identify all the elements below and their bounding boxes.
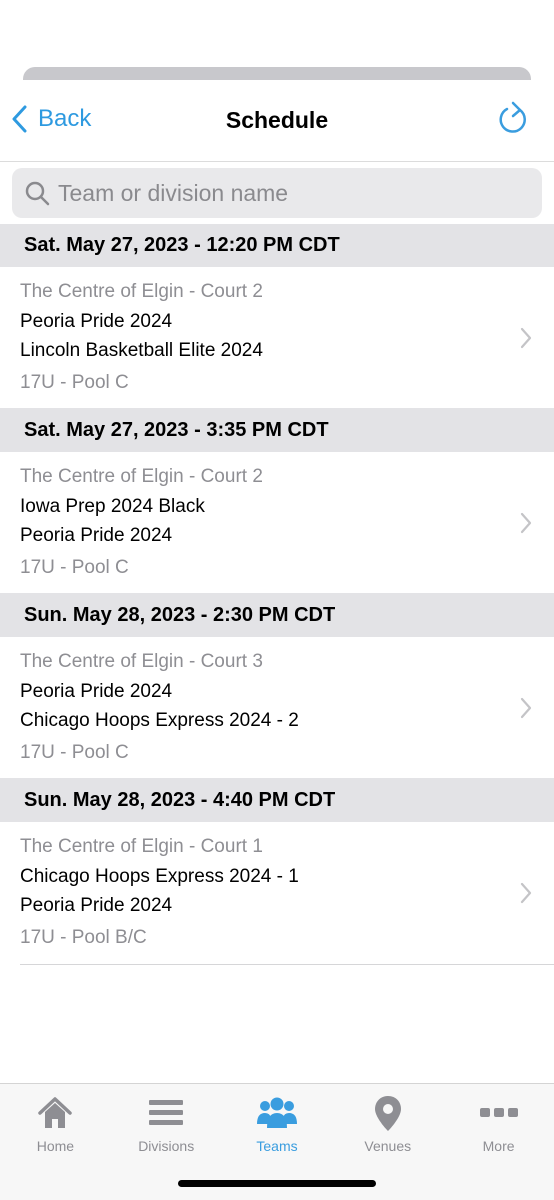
game-team-away: Lincoln Basketball Elite 2024 [20,340,263,361]
search-input[interactable] [58,173,542,213]
section-header-date: Sun. May 28, 2023 - 4:40 PM CDT [0,779,554,822]
game-row[interactable]: The Centre of Elgin - Court 2 Iowa Prep … [0,452,554,594]
tab-label: Home [36,1138,75,1154]
home-indicator[interactable] [178,1180,376,1187]
chevron-right-icon [520,327,532,349]
game-division: 17U - Pool B/C [20,927,147,948]
more-icon [479,1108,518,1117]
game-team-home: Iowa Prep 2024 Black [20,496,205,517]
chevron-right-icon [520,512,532,534]
section-header-date: Sat. May 27, 2023 - 12:20 PM CDT [0,224,554,267]
tab-more[interactable]: More [443,1084,554,1200]
schedule-sheet: Back Schedule Sat. May 27, 2023 - 12:20 … [0,80,554,1083]
search-icon [25,181,50,206]
game-team-home: Peoria Pride 2024 [20,681,173,702]
tab-label: More [482,1138,515,1154]
home-icon [38,1097,73,1128]
map-pin-icon [374,1096,401,1131]
section-header-date: Sun. May 28, 2023 - 2:30 PM CDT [0,594,554,637]
game-team-away: Peoria Pride 2024 [20,525,173,546]
game-team-away: Chicago Hoops Express 2024 - 2 [20,710,299,731]
navigation-bar: Back Schedule [0,80,554,162]
game-division: 17U - Pool C [20,742,129,763]
chevron-right-icon [520,882,532,904]
status-area [0,0,554,68]
list-icon [149,1100,184,1125]
tab-home[interactable]: Home [0,1084,111,1200]
game-team-home: Peoria Pride 2024 [20,311,173,332]
game-venue: The Centre of Elgin - Court 3 [20,651,263,672]
tab-label: Venues [364,1138,412,1154]
game-venue: The Centre of Elgin - Court 1 [20,836,263,857]
game-team-home: Chicago Hoops Express 2024 - 1 [20,866,299,887]
chevron-right-icon [520,697,532,719]
list-separator [20,964,554,965]
game-venue: The Centre of Elgin - Court 2 [20,281,263,302]
section-header-date: Sat. May 27, 2023 - 3:35 PM CDT [0,409,554,452]
tab-label: Divisions [138,1138,195,1154]
game-division: 17U - Pool C [20,372,129,393]
page-title: Schedule [225,107,329,133]
search-field[interactable] [12,168,542,218]
game-row[interactable]: The Centre of Elgin - Court 2 Peoria Pri… [0,267,554,409]
people-icon [256,1097,297,1128]
game-team-away: Peoria Pride 2024 [20,895,173,916]
tab-label: Teams [256,1138,298,1154]
search-bar [0,162,554,224]
game-venue: The Centre of Elgin - Court 2 [20,466,263,487]
game-division: 17U - Pool C [20,557,129,578]
refresh-icon[interactable] [496,100,530,138]
game-row[interactable]: The Centre of Elgin - Court 3 Peoria Pri… [0,637,554,779]
schedule-list: Sat. May 27, 2023 - 12:20 PM CDT The Cen… [0,224,554,965]
game-row[interactable]: The Centre of Elgin - Court 1 Chicago Ho… [0,822,554,964]
